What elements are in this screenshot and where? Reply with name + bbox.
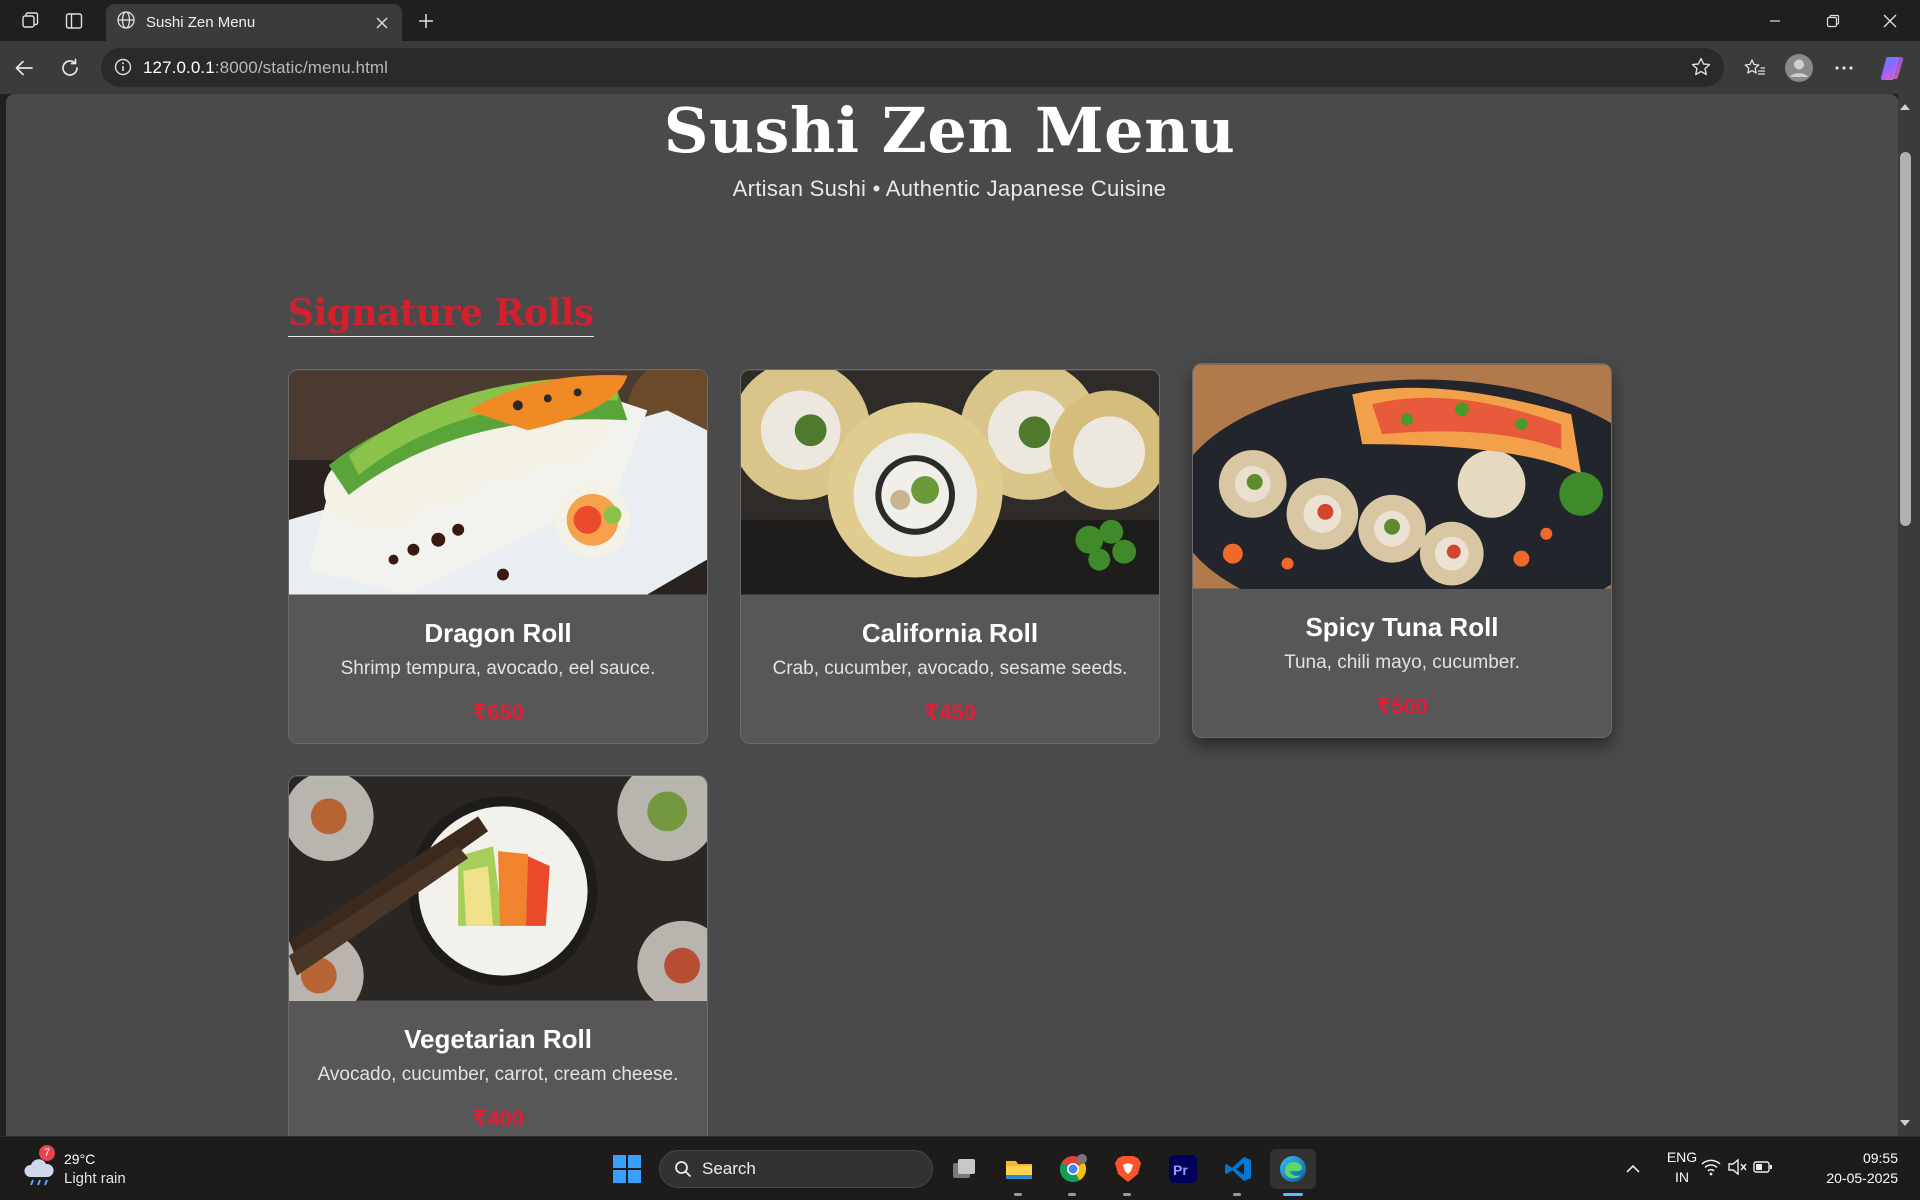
- card-title: Dragon Roll: [424, 618, 572, 648]
- browser-title-bar: Sushi Zen Menu: [0, 0, 1920, 41]
- site-info-icon[interactable]: [113, 57, 133, 77]
- dragon-roll-photo: [289, 370, 707, 595]
- search-icon: [674, 1160, 692, 1178]
- minimize-button[interactable]: [1747, 0, 1803, 41]
- clock-date: 20-05-2025: [1826, 1170, 1898, 1186]
- tab-sushi-zen-menu[interactable]: Sushi Zen Menu: [106, 4, 402, 41]
- card-title: Spicy Tuna Roll: [1305, 612, 1499, 642]
- favorite-star-icon[interactable]: [1690, 56, 1712, 78]
- menu-card-dragon-roll[interactable]: Dragon Roll Shrimp tempura, avocado, eel…: [288, 369, 708, 744]
- taskbar-search[interactable]: Search: [659, 1150, 933, 1188]
- vertical-tabs-icon[interactable]: [61, 8, 87, 34]
- spicy-tuna-roll-photo: [1193, 364, 1611, 589]
- workspaces-icon[interactable]: [17, 8, 43, 34]
- vscode-running-indicator: [1233, 1193, 1241, 1196]
- url-host: 127.0.0.1: [143, 57, 215, 77]
- california-roll-photo: [741, 370, 1159, 595]
- taskbar-clock[interactable]: 09:55 20-05-2025: [1812, 1148, 1898, 1188]
- restore-button[interactable]: [1805, 0, 1861, 41]
- address-bar[interactable]: 127.0.0.1:8000/static/menu.html: [101, 48, 1724, 87]
- card-price: ₹400: [471, 1106, 524, 1131]
- chrome-icon[interactable]: [1053, 1149, 1093, 1189]
- region-code: IN: [1675, 1169, 1689, 1185]
- vscode-icon[interactable]: [1218, 1149, 1258, 1189]
- task-view-icon[interactable]: [944, 1149, 984, 1189]
- card-price: ₹500: [1375, 694, 1428, 719]
- menu-card-spicy-tuna-roll[interactable]: Spicy Tuna Roll Tuna, chili mayo, cucumb…: [1192, 363, 1612, 738]
- card-description: Crab, cucumber, avocado, sesame seeds.: [772, 658, 1128, 679]
- brave-icon[interactable]: [1108, 1149, 1148, 1189]
- card-title: California Roll: [861, 618, 1039, 648]
- tab-title: Sushi Zen Menu: [146, 14, 256, 31]
- weather-widget[interactable]: 7 29°C Light rain: [22, 1145, 142, 1192]
- file-explorer-icon[interactable]: [999, 1149, 1039, 1189]
- close-tab-icon[interactable]: [372, 13, 392, 33]
- card-price: ₹450: [923, 700, 976, 725]
- explorer-running-indicator: [1014, 1193, 1022, 1196]
- language-code: ENG: [1666, 1149, 1698, 1165]
- scroll-down-arrow-icon[interactable]: [1899, 1116, 1911, 1128]
- menu-card-vegetarian-roll[interactable]: Vegetarian Roll Avocado, cucumber, carro…: [288, 775, 708, 1136]
- card-description: Shrimp tempura, avocado, eel sauce.: [340, 658, 656, 679]
- favorites-icon[interactable]: [1740, 53, 1770, 83]
- scrollbar-thumb[interactable]: [1900, 152, 1911, 526]
- edge-icon[interactable]: [1270, 1149, 1316, 1189]
- back-button[interactable]: [10, 54, 38, 82]
- system-tray-status[interactable]: [1701, 1149, 1772, 1189]
- more-options-icon[interactable]: [1829, 53, 1859, 83]
- weather-condition: Light rain: [64, 1170, 126, 1187]
- card-price: ₹650: [471, 700, 524, 725]
- search-label: Search: [702, 1159, 756, 1178]
- copilot-icon[interactable]: [1877, 53, 1907, 83]
- url-text: 127.0.0.1:8000/static/menu.html: [143, 58, 388, 78]
- clock-time: 09:55: [1862, 1150, 1898, 1166]
- page-subtitle: Artisan Sushi • Authentic Japanese Cuisi…: [732, 176, 1167, 201]
- chrome-running-indicator: [1068, 1193, 1076, 1196]
- chevron-up-icon[interactable]: [1613, 1149, 1653, 1189]
- card-title: Vegetarian Roll: [404, 1024, 592, 1054]
- language-indicator[interactable]: ENG IN: [1660, 1147, 1704, 1187]
- url-path: :8000/static/menu.html: [214, 57, 389, 77]
- close-window-button[interactable]: [1862, 0, 1918, 41]
- svg-text:Pr: Pr: [1173, 1162, 1188, 1178]
- vegetarian-roll-photo: [289, 776, 707, 1001]
- browser-toolbar: 127.0.0.1:8000/static/menu.html: [0, 41, 1920, 94]
- new-tab-button[interactable]: [413, 8, 439, 34]
- weather-temperature: 29°C: [64, 1151, 96, 1167]
- card-description: Tuna, chili mayo, cucumber.: [1284, 652, 1520, 673]
- page-title: Sushi Zen Menu: [663, 94, 1236, 167]
- battery-icon: [1753, 1158, 1773, 1181]
- weather-alert-badge: 7: [39, 1145, 55, 1161]
- profile-avatar-icon[interactable]: [1784, 53, 1814, 83]
- refresh-button[interactable]: [56, 54, 84, 82]
- speaker-muted-icon: [1727, 1158, 1747, 1181]
- card-description: Avocado, cucumber, carrot, cream cheese.: [317, 1064, 679, 1085]
- section-title: Signature Rolls: [288, 292, 594, 337]
- wifi-icon: [1701, 1158, 1721, 1181]
- menu-card-california-roll[interactable]: California Roll Crab, cucumber, avocado,…: [740, 369, 1160, 744]
- windows-taskbar: 7 29°C Light rain Search Pr ENG IN 09:55…: [0, 1136, 1920, 1200]
- globe-icon: [116, 10, 136, 35]
- windows-start-icon[interactable]: [607, 1149, 647, 1189]
- page-viewport: Sushi Zen Menu Artisan Sushi • Authentic…: [6, 94, 1898, 1136]
- edge-active-indicator: [1283, 1193, 1303, 1196]
- scroll-up-arrow-icon[interactable]: [1899, 100, 1911, 112]
- rain-cloud-icon: [22, 1157, 56, 1192]
- premiere-pro-icon[interactable]: Pr: [1163, 1149, 1203, 1189]
- brave-running-indicator: [1123, 1193, 1131, 1196]
